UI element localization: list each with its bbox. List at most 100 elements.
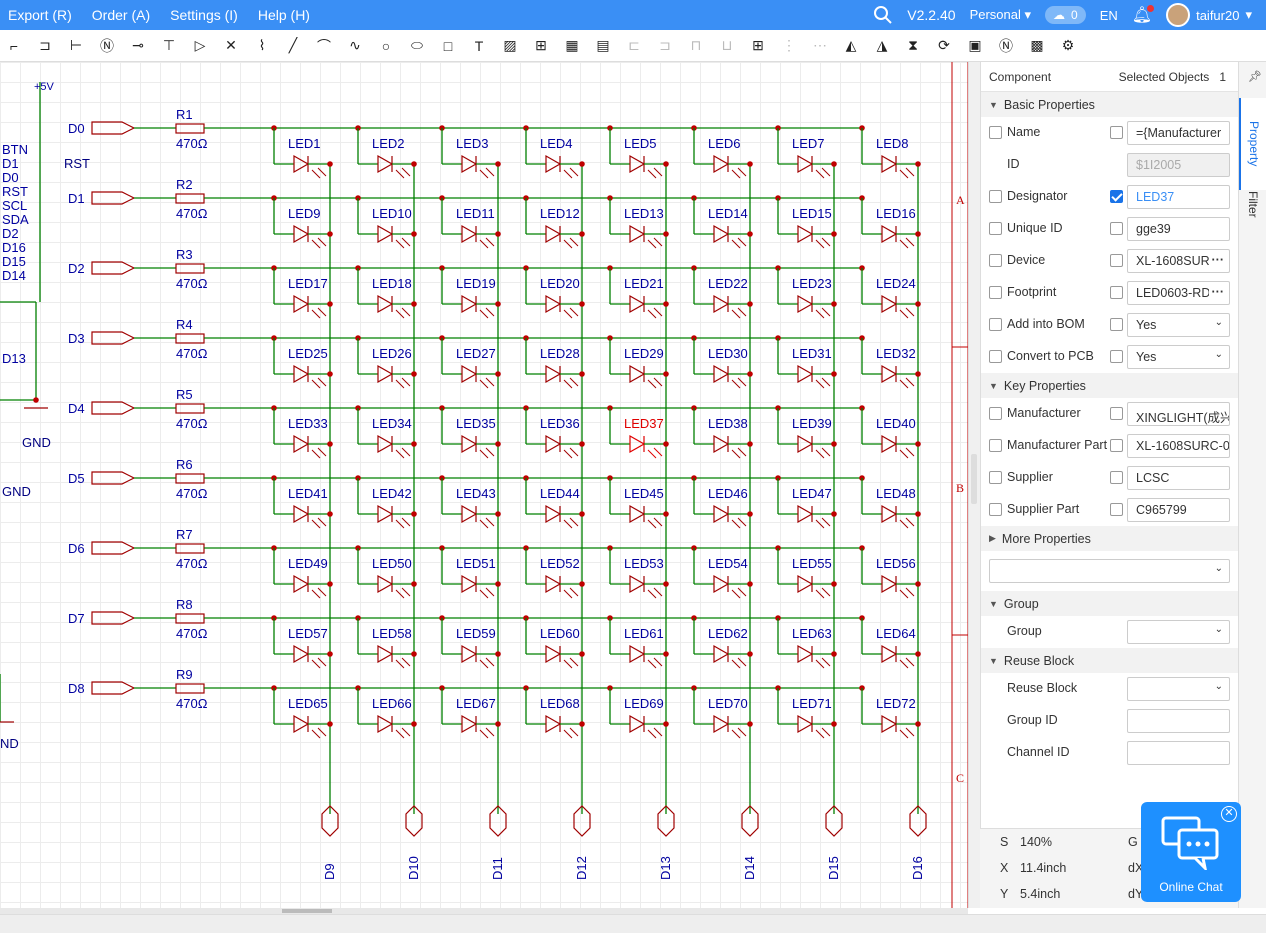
left-net-label[interactable]: D14 [2,268,26,283]
led-ray[interactable] [317,237,327,247]
led-designator[interactable]: LED17 [288,276,328,291]
align-left-icon[interactable]: ⊏ [622,34,646,58]
net-label-column[interactable]: D11 [490,857,505,880]
align-top-icon[interactable]: ⊓ [684,34,708,58]
net-label-column[interactable]: D9 [322,863,337,880]
led-ray[interactable] [317,447,327,457]
led-ray[interactable] [653,377,663,387]
led-ray[interactable] [731,239,741,249]
resistor-R2[interactable] [175,193,205,204]
led-ray[interactable] [731,589,741,599]
show-name-checkbox[interactable] [989,471,1002,484]
led-symbol-LED70[interactable] [713,714,730,734]
led-symbol-LED4[interactable] [545,154,562,174]
led-ray[interactable] [401,517,411,527]
led-designator[interactable]: LED20 [540,276,580,291]
led-ray[interactable] [731,729,741,739]
show-name-checkbox[interactable] [989,190,1002,203]
led-designator[interactable]: LED68 [540,696,580,711]
led-ray[interactable] [317,167,327,177]
led-designator[interactable]: LED27 [456,346,496,361]
show-name-checkbox[interactable] [989,222,1002,235]
resistor-designator[interactable]: R2 [176,177,193,192]
led-ray[interactable] [401,587,411,597]
led-ray[interactable] [905,657,915,667]
led-designator[interactable]: LED72 [876,696,916,711]
led-ray[interactable] [311,589,321,599]
led-symbol-LED41[interactable] [293,504,310,524]
led-designator[interactable]: LED8 [876,136,909,151]
resistor-R4[interactable] [175,333,205,344]
led-designator[interactable]: LED42 [372,486,412,501]
led-ray[interactable] [737,517,747,527]
pcb-icon[interactable]: ▩ [1025,34,1049,58]
resistor-designator[interactable]: R4 [176,317,193,332]
more-icon[interactable]: ··· [1208,253,1227,267]
led-ray[interactable] [821,727,831,737]
led-ray[interactable] [395,519,405,529]
led-symbol-LED17[interactable] [293,294,310,314]
net-label-column[interactable]: D15 [826,856,841,880]
align-bottom-icon[interactable]: ⊔ [715,34,739,58]
workspace-select[interactable]: Personal ▾ [970,7,1031,23]
resistor-designator[interactable]: R1 [176,107,193,122]
led-designator[interactable]: LED49 [288,556,328,571]
led-ray[interactable] [905,447,915,457]
led-designator[interactable]: LED10 [372,206,412,221]
led-symbol-LED35[interactable] [461,434,478,454]
led-designator[interactable]: LED55 [792,556,832,571]
netport-row[interactable] [91,611,136,625]
netport-row[interactable] [91,121,136,135]
led-symbol-LED6[interactable] [713,154,730,174]
led-symbol-LED64[interactable] [881,644,898,664]
led-symbol-LED8[interactable] [881,154,898,174]
led-symbol-LED55[interactable] [797,574,814,594]
netport-row[interactable] [91,401,136,415]
led-designator[interactable]: LED6 [708,136,741,151]
name-input[interactable]: ={Manufacturer [1127,121,1230,145]
cloud-button[interactable]: ☁ 0 [1045,6,1086,24]
resistor-value[interactable]: 470Ω [176,206,208,221]
resistor-value[interactable]: 470Ω [176,276,208,291]
led-ray[interactable] [401,237,411,247]
led-symbol-LED60[interactable] [545,644,562,664]
led-ray[interactable] [737,447,747,457]
led-designator[interactable]: LED52 [540,556,580,571]
led-symbol-LED43[interactable] [461,504,478,524]
led-ray[interactable] [815,589,825,599]
led-ray[interactable] [821,307,831,317]
led-ray[interactable] [653,657,663,667]
led-ray[interactable] [479,589,489,599]
led-symbol-LED58[interactable] [377,644,394,664]
led-ray[interactable] [479,449,489,459]
resistor-R1[interactable] [175,123,205,134]
led-symbol-LED42[interactable] [377,504,394,524]
scroll-thumb[interactable] [282,909,332,913]
image-icon[interactable]: ▨ [498,34,522,58]
resistor-value[interactable]: 470Ω [176,486,208,501]
user-menu[interactable]: taifur20 ▾ [1166,3,1252,27]
led-designator[interactable]: LED35 [456,416,496,431]
led-symbol-LED46[interactable] [713,504,730,524]
led-designator[interactable]: LED70 [708,696,748,711]
left-net-label[interactable]: D16 [2,240,26,255]
led-ray[interactable] [899,519,909,529]
table-icon[interactable]: ⊞ [529,34,553,58]
resistor-value[interactable]: 470Ω [176,136,208,151]
led-designator[interactable]: LED57 [288,626,328,641]
bezier-icon[interactable]: ∿ [343,34,367,58]
show-name-checkbox[interactable] [989,254,1002,267]
led-ray[interactable] [569,727,579,737]
show-value-checkbox[interactable] [1110,190,1123,203]
led-ray[interactable] [485,447,495,457]
text-icon[interactable]: T [467,34,491,58]
led-ray[interactable] [311,519,321,529]
panel-splitter[interactable] [968,62,980,908]
rect-icon[interactable]: □ [436,34,460,58]
net-label-row[interactable]: D7 [68,611,85,626]
led-ray[interactable] [395,729,405,739]
line-icon[interactable]: ╱ [281,34,305,58]
distribute-h-icon[interactable]: ⋮ [777,34,801,58]
arc-icon[interactable]: ⌒ [312,34,336,58]
led-designator[interactable]: LED1 [288,136,321,151]
